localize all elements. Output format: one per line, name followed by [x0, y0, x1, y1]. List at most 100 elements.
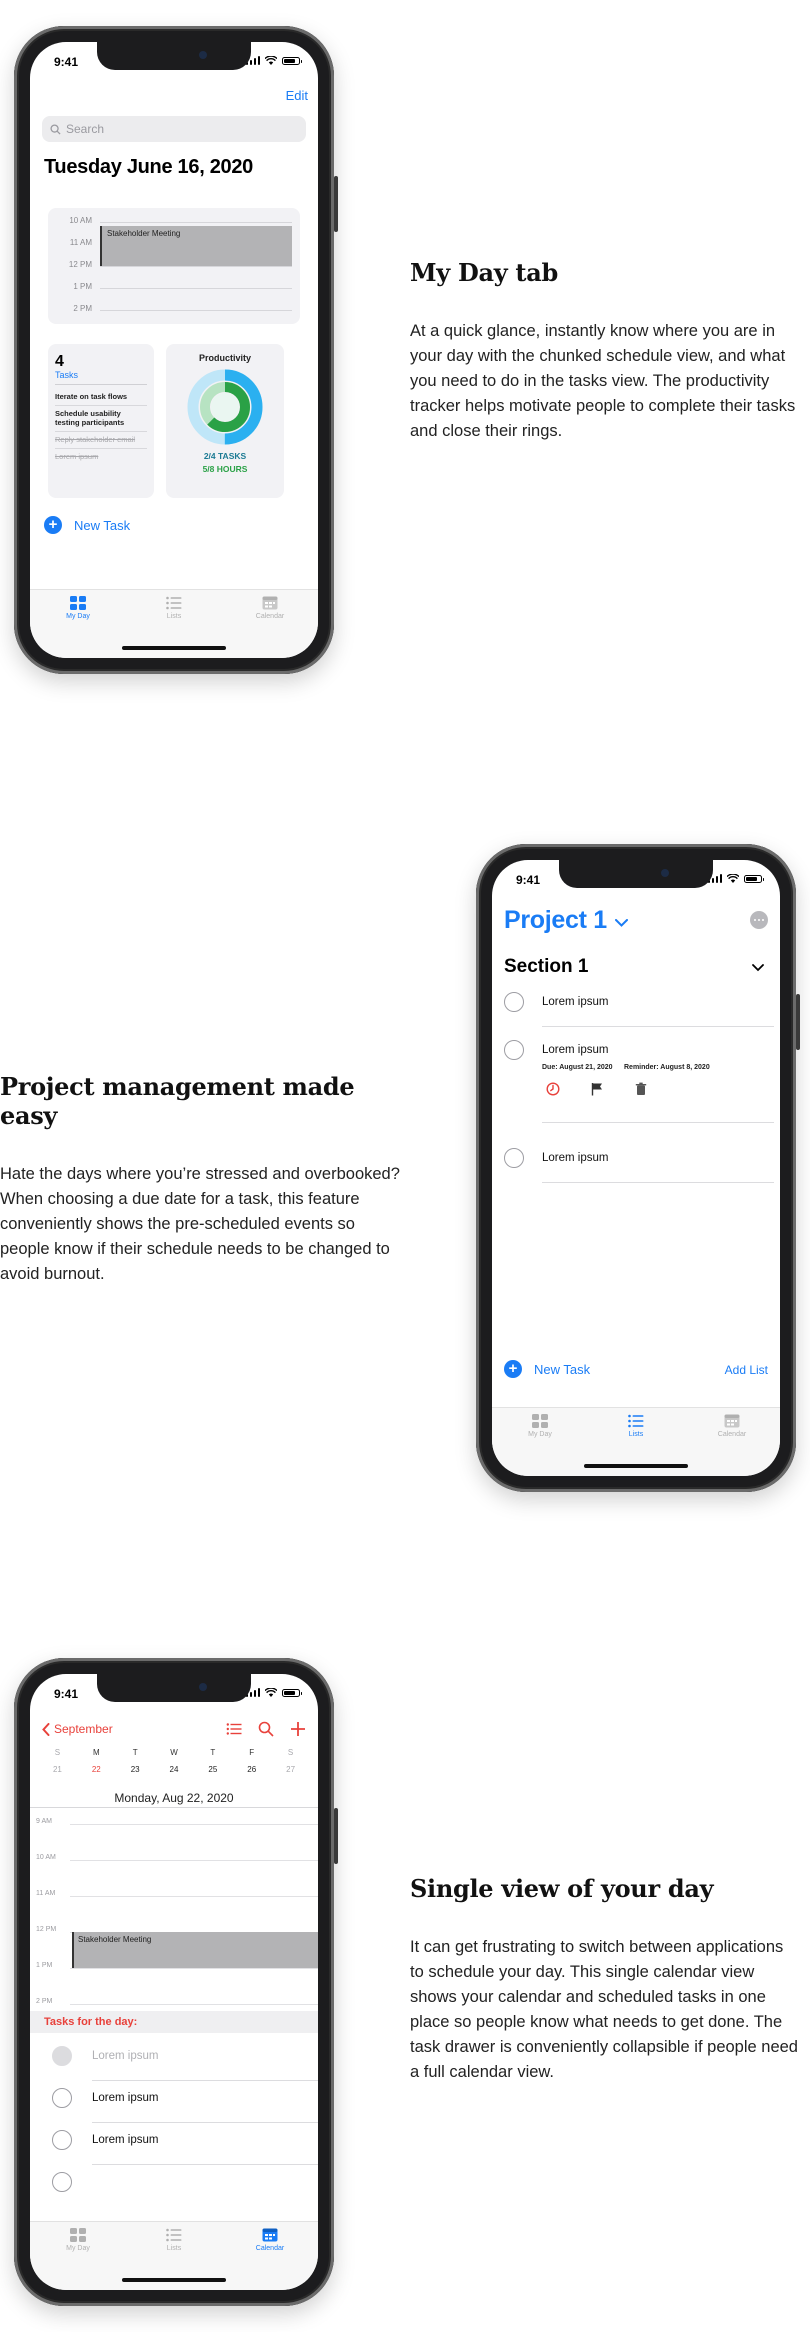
status-time: 9:41 [54, 1687, 79, 1701]
calendar-icon [262, 2228, 278, 2242]
weekday-label: S [54, 1748, 61, 1757]
search-placeholder: Search [66, 122, 105, 136]
weekday-label: F [249, 1748, 255, 1757]
schedule-card[interactable]: 10 AM 11 AM 12 PM 1 PM 2 PM Stakeholder … [48, 208, 300, 324]
task-item[interactable]: Schedule usability testing participants [55, 406, 147, 432]
plus-icon: + [504, 1360, 522, 1378]
tab-label: My Day [66, 2245, 90, 2252]
productivity-card[interactable]: Productivity 2/4 TASKS 5/8 HOURS [166, 344, 284, 498]
schedule-row: 1 PM [48, 282, 300, 291]
hour-row: 10 AM [30, 1854, 318, 1861]
tab-label: My Day [66, 613, 90, 620]
hour-row: 9 AM [30, 1818, 318, 1825]
list-icon[interactable] [226, 1721, 242, 1737]
phone-my-day: 9:41 Edit Search Tuesday June 16, 2020 1… [14, 26, 338, 674]
chevron-down-icon [614, 918, 628, 927]
due-date[interactable]: Due: August 21, 2020 [542, 1064, 613, 1071]
back-button[interactable]: September [42, 1722, 113, 1736]
week-strip: S M T W T F S 21 22 23 24 25 26 27 [38, 1748, 310, 1774]
date-cell[interactable]: 26 [232, 1765, 271, 1774]
battery-icon [744, 875, 764, 883]
weekday-label: W [170, 1748, 178, 1757]
battery-icon [282, 57, 302, 65]
trash-icon[interactable] [634, 1082, 648, 1096]
task-checkbox[interactable] [52, 2130, 72, 2150]
task-checkbox [52, 2172, 72, 2192]
list-icon [166, 2228, 182, 2242]
task-checkbox[interactable] [52, 2088, 72, 2108]
notch [559, 860, 713, 888]
section-heading: Single view of your day [410, 1874, 714, 1903]
add-list-button[interactable]: Add List [725, 1363, 768, 1377]
back-label: September [54, 1722, 113, 1736]
tab-calendar[interactable]: Calendar [222, 590, 318, 658]
tab-label: Lists [628, 1431, 644, 1438]
reminder-date[interactable]: Reminder: August 8, 2020 [624, 1064, 710, 1071]
task-name: Lorem ipsum [542, 996, 609, 1008]
schedule-row: 2 PM [48, 304, 300, 313]
tasks-count: 4 [55, 353, 64, 370]
phone-project: 9:41 Project 1 Section 1 Lorem ipsum Lor… [476, 844, 800, 1492]
search-icon[interactable] [258, 1721, 274, 1737]
task-drawer-header[interactable]: Tasks for the day: [30, 2011, 318, 2033]
task-item[interactable]: Iterate on task flows [55, 389, 147, 406]
grid-icon [70, 2228, 86, 2242]
date-cell[interactable]: 27 [271, 1765, 310, 1774]
date-cell[interactable]: 25 [193, 1765, 232, 1774]
tab-calendar[interactable]: Calendar [222, 2222, 318, 2290]
hour-row: 1 PM [30, 1962, 318, 1969]
tab-calendar[interactable]: Calendar [684, 1408, 780, 1476]
tab-label: Lists [166, 613, 182, 620]
list-icon [628, 1414, 644, 1428]
chevron-down-icon[interactable] [752, 964, 764, 972]
date-cell[interactable]: 23 [116, 1765, 155, 1774]
grid-icon [70, 596, 86, 610]
tab-my-day[interactable]: My Day [30, 590, 126, 658]
search-icon [50, 123, 61, 135]
tab-label: Lists [166, 2245, 182, 2252]
section-body: Hate the days where you’re stressed and … [0, 1165, 400, 1283]
notch [97, 1674, 251, 1702]
task-name: Lorem ipsum [92, 2092, 159, 2104]
tasks-label: Tasks [55, 370, 147, 385]
search-input[interactable]: Search [42, 116, 306, 142]
task-name: Lorem ipsum [92, 2134, 159, 2146]
plus-icon[interactable] [290, 1721, 306, 1737]
tab-my-day[interactable]: My Day [492, 1408, 588, 1476]
project-switcher[interactable]: Project 1 [504, 906, 628, 935]
productivity-tasks: 2/4 TASKS [203, 451, 247, 461]
task-checkbox[interactable] [52, 2046, 72, 2066]
flag-icon[interactable] [590, 1082, 604, 1096]
grid-icon [532, 1414, 548, 1428]
task-item-done[interactable]: Reply stakeholder email [55, 432, 147, 449]
hour-row: 2 PM [30, 1998, 318, 2005]
schedule-row: 10 AM [48, 216, 300, 225]
clock-icon[interactable] [546, 1082, 560, 1096]
date-cell[interactable]: 21 [38, 1765, 77, 1774]
edit-button[interactable]: Edit [286, 88, 308, 103]
new-task-label: New Task [74, 517, 131, 533]
calendar-screen: 9:41 September S M T W T F S 21 22 23 24… [30, 1674, 318, 2290]
task-checkbox[interactable] [504, 1040, 524, 1060]
tab-label: Calendar [255, 613, 285, 620]
tasks-card[interactable]: 4 Tasks Iterate on task flows Schedule u… [48, 344, 154, 498]
date-cell-today[interactable]: 22 [77, 1765, 116, 1774]
task-checkbox[interactable] [504, 992, 524, 1012]
tab-my-day[interactable]: My Day [30, 2222, 126, 2290]
status-time: 9:41 [516, 873, 541, 887]
task-item-done[interactable]: Lorem ipsum [55, 449, 147, 465]
my-day-screen: 9:41 Edit Search Tuesday June 16, 2020 1… [30, 42, 318, 658]
new-task-button[interactable]: + New Task [504, 1360, 590, 1378]
home-indicator [584, 1464, 688, 1468]
status-time: 9:41 [54, 55, 79, 69]
page-title: Project 1 [504, 906, 607, 934]
new-task-button[interactable]: + New Task [44, 516, 130, 534]
selected-date-title: Monday, Aug 22, 2020 [114, 1791, 234, 1805]
task-checkbox[interactable] [504, 1148, 524, 1168]
calendar-event[interactable]: Stakeholder Meeting [72, 1932, 318, 1968]
date-cell[interactable]: 24 [155, 1765, 194, 1774]
meeting-event[interactable]: Stakeholder Meeting [100, 226, 292, 266]
phone-calendar: 9:41 September S M T W T F S 21 22 23 24… [14, 1658, 338, 2306]
camera-icon [661, 869, 669, 877]
more-options-icon[interactable] [750, 911, 768, 929]
